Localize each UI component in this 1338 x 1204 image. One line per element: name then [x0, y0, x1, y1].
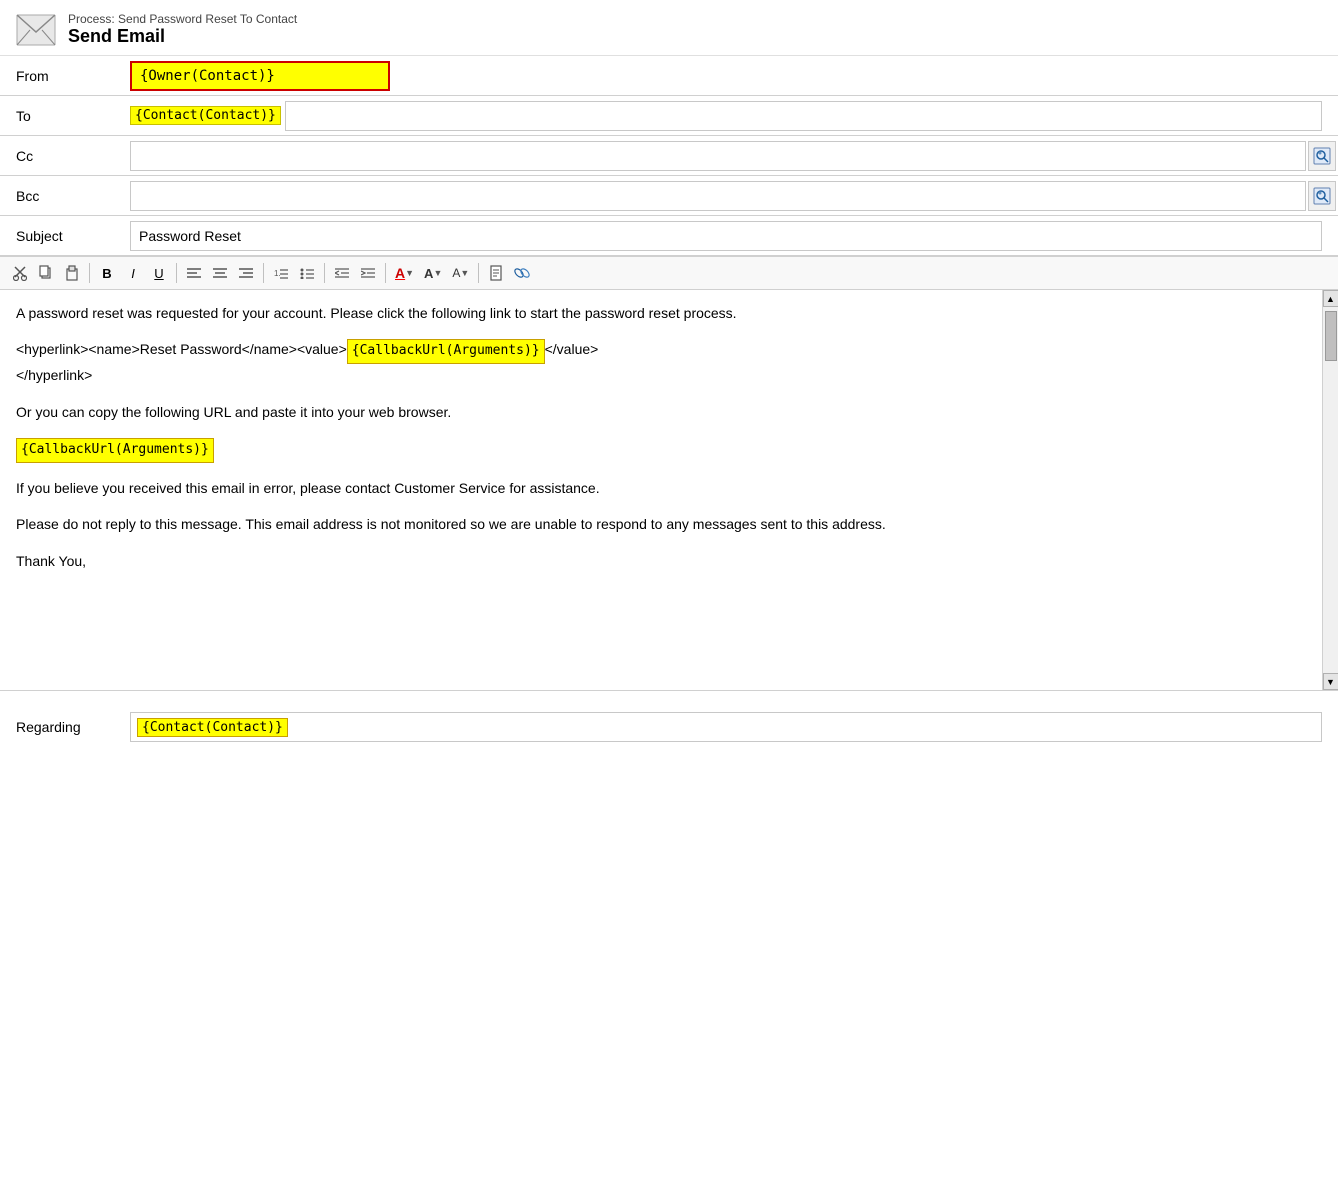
bcc-row: Bcc: [0, 176, 1338, 216]
body-paragraph-3: If you believe you received this email i…: [16, 477, 1314, 499]
body-paragraph-callback: {CallbackUrl(Arguments)}: [16, 437, 1314, 463]
cc-row: Cc: [0, 136, 1338, 176]
cc-label: Cc: [0, 140, 130, 172]
from-input[interactable]: [130, 61, 390, 91]
from-field: [130, 57, 1338, 95]
cc-lookup-button[interactable]: [1308, 141, 1336, 171]
email-body-content[interactable]: A password reset was requested for your …: [0, 290, 1322, 690]
body-paragraph-hyperlink: <hyperlink><name>Reset Password</name><v…: [16, 338, 1314, 386]
body-paragraph-2: Or you can copy the following URL and pa…: [16, 401, 1314, 423]
align-left-button[interactable]: [182, 261, 206, 285]
scrollbar-arrow-up[interactable]: ▲: [1323, 290, 1338, 307]
unordered-list-button[interactable]: [295, 261, 319, 285]
insert-document-button[interactable]: [484, 261, 508, 285]
subject-field: [130, 217, 1338, 255]
bcc-label: Bcc: [0, 180, 130, 212]
font-size-button[interactable]: A▼: [420, 261, 446, 285]
to-label: To: [0, 100, 130, 132]
paste-button[interactable]: [60, 261, 84, 285]
bold-button[interactable]: B: [95, 261, 119, 285]
body-paragraph-5: Thank You,: [16, 550, 1314, 572]
hyperlink-suffix: </value>: [545, 341, 599, 357]
to-field: {Contact(Contact)}: [130, 97, 1338, 135]
font-color-button[interactable]: A▼: [391, 261, 418, 285]
cut-button[interactable]: [8, 261, 32, 285]
email-header: Process: Send Password Reset To Contact …: [0, 0, 1338, 56]
from-label: From: [0, 60, 130, 92]
cc-field: [130, 137, 1338, 175]
regarding-row: Regarding {Contact(Contact)}: [0, 707, 1338, 747]
envelope-icon: [16, 14, 56, 46]
subject-input[interactable]: [130, 221, 1322, 251]
email-form: From To {Contact(Contact)} Cc: [0, 56, 1338, 256]
subject-row: Subject: [0, 216, 1338, 256]
subject-label: Subject: [0, 220, 130, 252]
scrollbar-arrow-down[interactable]: ▼: [1323, 673, 1338, 690]
body-paragraph-4: Please do not reply to this message. Thi…: [16, 513, 1314, 535]
header-subtitle: Process: Send Password Reset To Contact: [68, 12, 297, 26]
hyperlink-close: </hyperlink>: [16, 367, 92, 383]
body-scrollbar[interactable]: ▲ ▼: [1322, 290, 1338, 690]
header-text: Process: Send Password Reset To Contact …: [68, 12, 297, 47]
bcc-input[interactable]: [130, 181, 1306, 211]
align-right-button[interactable]: [234, 261, 258, 285]
bcc-field: [130, 177, 1338, 215]
to-tag: {Contact(Contact)}: [130, 106, 281, 125]
regarding-tag: {Contact(Contact)}: [137, 718, 288, 737]
header-title: Send Email: [68, 26, 297, 47]
scrollbar-thumb[interactable]: [1325, 311, 1337, 361]
callback-url-block-tag: {CallbackUrl(Arguments)}: [16, 438, 214, 463]
hyperlink-button[interactable]: [510, 261, 534, 285]
body-paragraph-1: A password reset was requested for your …: [16, 302, 1314, 324]
to-row: To {Contact(Contact)}: [0, 96, 1338, 136]
svg-text:1.: 1.: [274, 269, 281, 278]
callback-url-inline-tag: {CallbackUrl(Arguments)}: [347, 339, 545, 364]
regarding-label: Regarding: [0, 711, 130, 743]
hyperlink-prefix: <hyperlink><name>Reset Password</name><v…: [16, 341, 347, 357]
from-row: From: [0, 56, 1338, 96]
scrollbar-track[interactable]: [1323, 307, 1338, 673]
font-button[interactable]: A▼: [448, 261, 473, 285]
copy-button[interactable]: [34, 261, 58, 285]
ordered-list-button[interactable]: 1.: [269, 261, 293, 285]
underline-button[interactable]: U: [147, 261, 171, 285]
regarding-field: {Contact(Contact)}: [130, 712, 1338, 742]
regarding-section: Regarding {Contact(Contact)}: [0, 691, 1338, 763]
editor-toolbar: B I U 1.: [0, 256, 1338, 290]
bcc-lookup-button[interactable]: [1308, 181, 1336, 211]
indent-increase-button[interactable]: [356, 261, 380, 285]
cc-input[interactable]: [130, 141, 1306, 171]
align-center-button[interactable]: [208, 261, 232, 285]
italic-button[interactable]: I: [121, 261, 145, 285]
indent-decrease-button[interactable]: [330, 261, 354, 285]
email-body-area: A password reset was requested for your …: [0, 290, 1338, 691]
